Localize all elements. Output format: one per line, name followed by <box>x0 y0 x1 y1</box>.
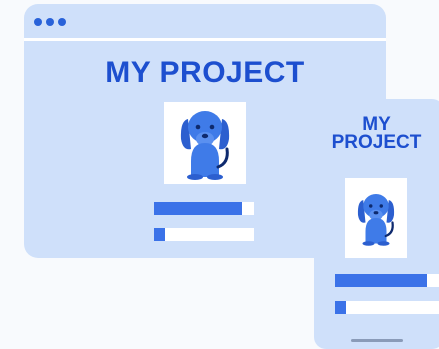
phone-progress-fill-1 <box>335 274 427 287</box>
phone-title-line-2: PROJECT <box>331 132 422 153</box>
title-bar-divider <box>24 38 386 41</box>
dog-icon <box>357 194 395 246</box>
phone-progress-bar-2 <box>335 301 439 314</box>
progress-fill-1 <box>154 202 242 215</box>
progress-bar-2 <box>154 228 254 241</box>
dog-image <box>164 102 246 184</box>
dog-icon <box>180 111 230 180</box>
progress-fill-2 <box>154 228 165 241</box>
desktop-title: MY PROJECT <box>105 56 305 89</box>
home-indicator <box>351 339 403 342</box>
phone-mockup: MY PROJECT <box>314 99 439 349</box>
progress-bar-1 <box>154 202 254 215</box>
phone-title: MY PROJECT <box>314 115 439 153</box>
phone-progress-bar-1 <box>335 274 439 287</box>
window-dots-icon <box>34 18 66 26</box>
dog-image <box>345 178 407 258</box>
phone-progress-fill-2 <box>335 301 347 314</box>
